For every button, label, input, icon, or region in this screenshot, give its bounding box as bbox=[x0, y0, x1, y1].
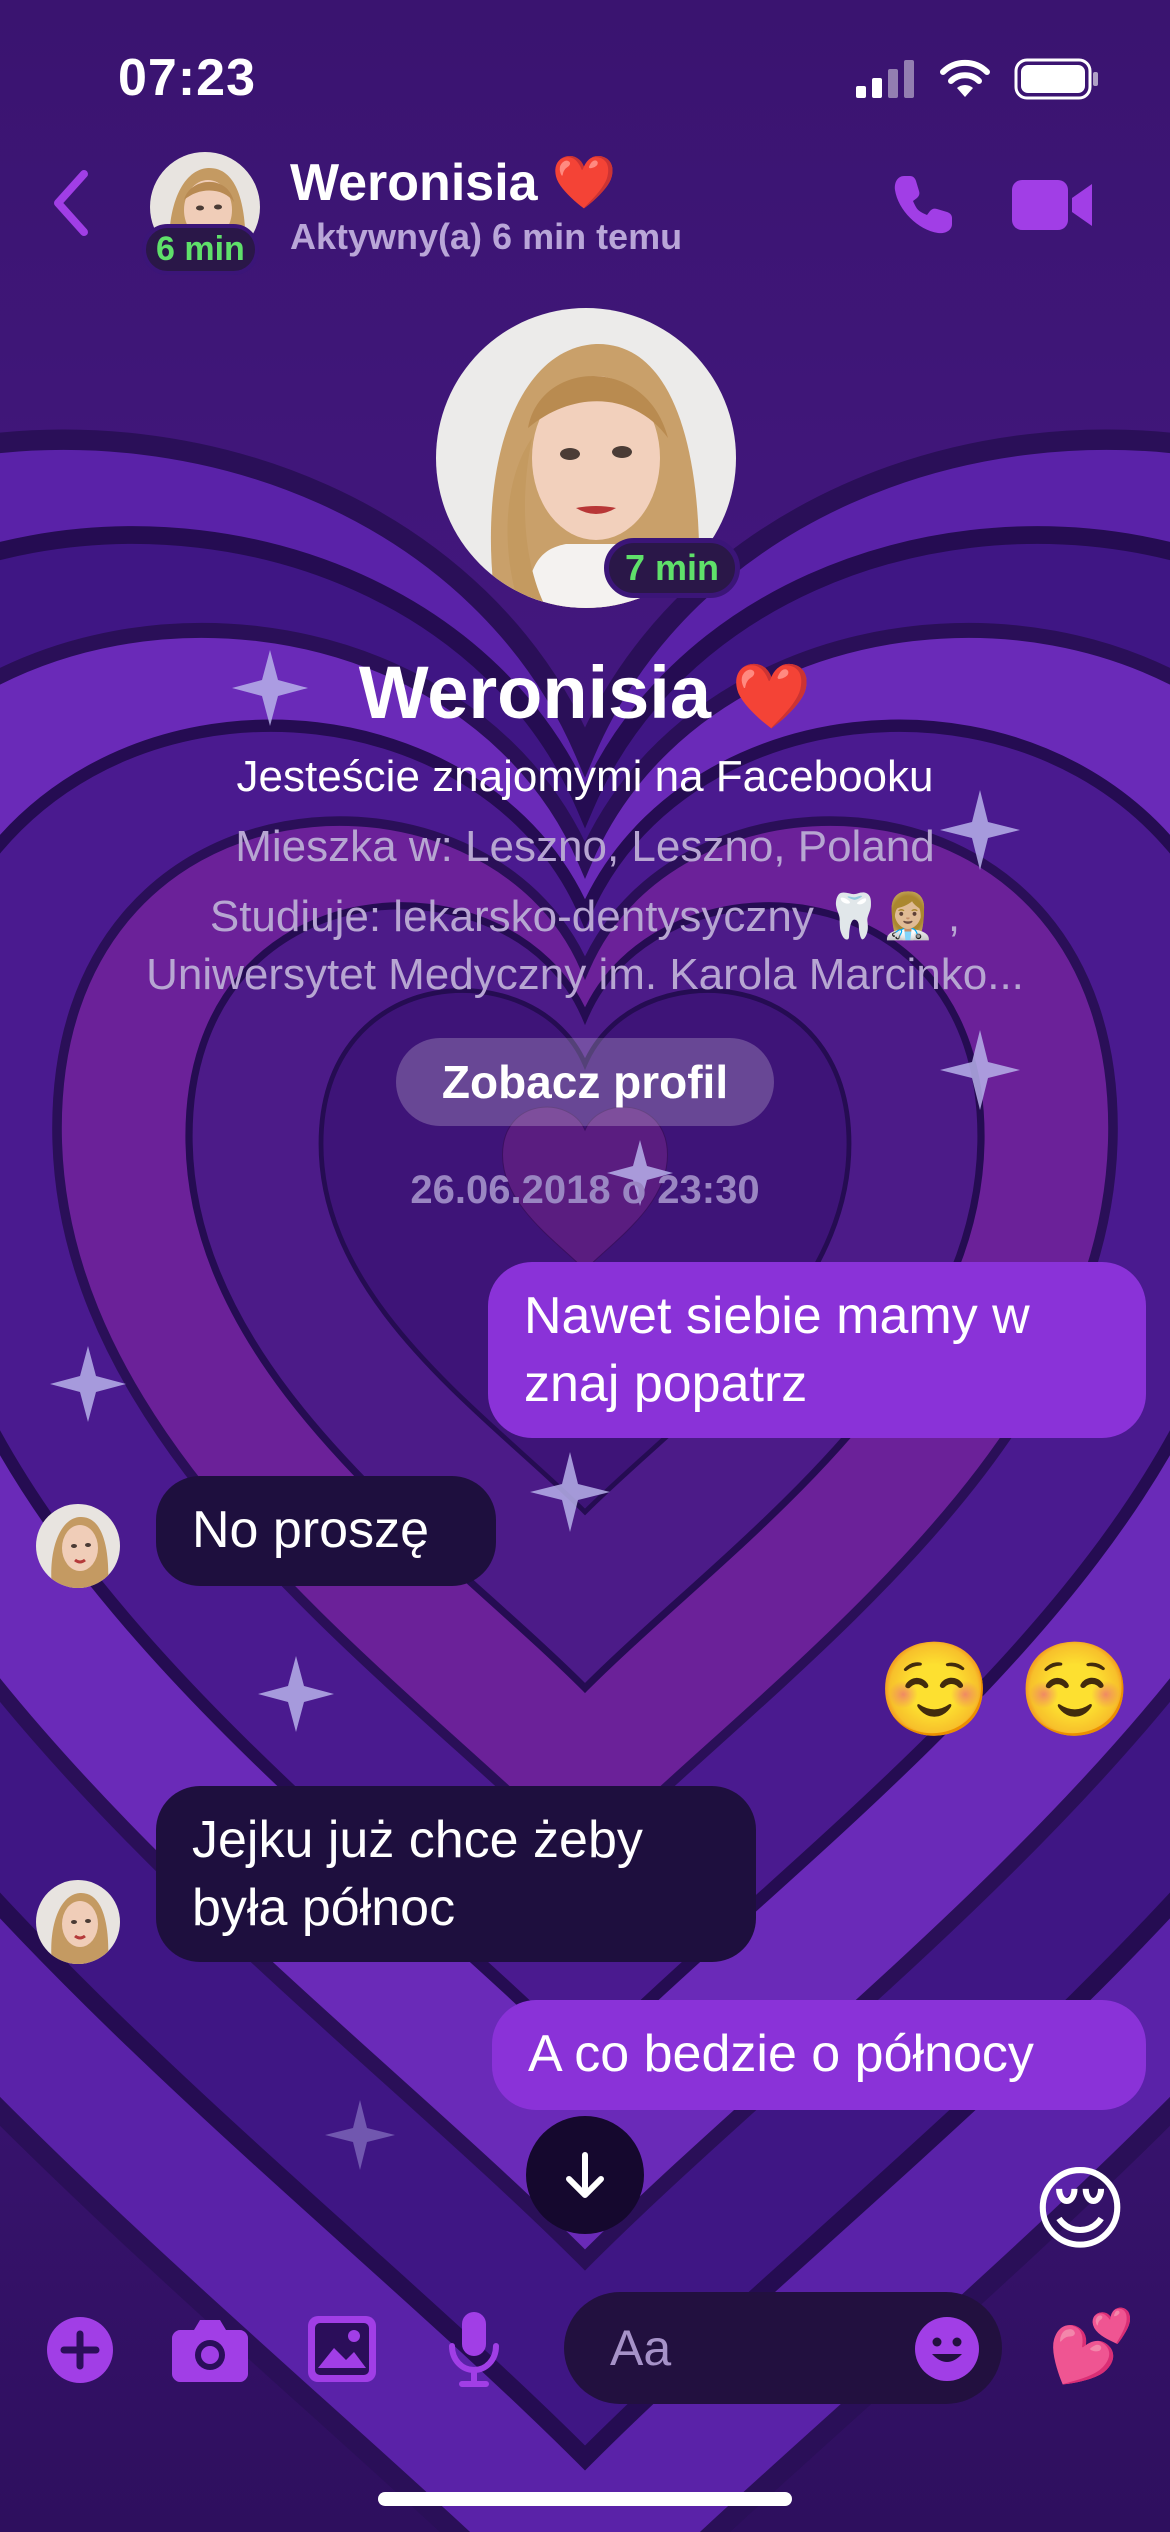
microphone-icon[interactable] bbox=[446, 2312, 502, 2388]
profile-photo bbox=[36, 1504, 120, 1588]
emoji-picker-icon[interactable] bbox=[914, 2316, 980, 2382]
quick-reaction-button[interactable]: 💕 bbox=[1048, 2306, 1135, 2386]
header-active-status: Aktywny(a) 6 min temu bbox=[290, 216, 683, 257]
cellular-signal-icon bbox=[856, 60, 914, 98]
conversation-timestamp: 26.06.2018 o 23:30 bbox=[410, 1168, 760, 1212]
status-icons bbox=[856, 58, 1100, 100]
message-incoming[interactable]: No proszę bbox=[156, 1476, 496, 1586]
message-sender-avatar[interactable] bbox=[36, 1504, 120, 1588]
profile-name-text: Weronisia bbox=[358, 651, 712, 734]
friends-info: Jesteście znajomymi na Facebooku bbox=[236, 752, 934, 801]
heart-emoji: ❤️ bbox=[731, 660, 812, 732]
studies-info-line1: Studiuje: lekarsko-dentysyczny 🦷👩🏼‍⚕️ , bbox=[209, 892, 961, 941]
lives-in-info: Mieszka w: Leszno, Leszno, Poland bbox=[235, 822, 935, 871]
profile-active-badge: 7 min bbox=[604, 538, 741, 598]
profile-photo bbox=[36, 1880, 120, 1964]
status-time: 07:23 bbox=[118, 49, 256, 107]
message-outgoing[interactable]: Nawet siebie mamy w znaj popatrz bbox=[488, 1262, 1146, 1438]
back-chevron-icon[interactable] bbox=[50, 168, 90, 238]
profile-name: Weronisia ❤️ bbox=[0, 650, 1170, 735]
message-input-placeholder: Aa bbox=[610, 2320, 672, 2376]
heart-emoji: ❤️ bbox=[551, 154, 617, 212]
header-name-text: Weronisia bbox=[290, 153, 538, 212]
studies-info-line2: Uniwersytet Medyczny im. Karola Marcinko… bbox=[146, 950, 1024, 999]
scroll-to-bottom-button[interactable] bbox=[526, 2116, 644, 2234]
gallery-image-icon[interactable] bbox=[308, 2316, 376, 2382]
phone-call-icon[interactable] bbox=[890, 172, 956, 238]
header-contact-name[interactable]: Weronisia ❤️ bbox=[290, 152, 616, 213]
camera-icon[interactable] bbox=[172, 2318, 248, 2382]
message-outgoing-emoji[interactable]: ☺️ ☺️ bbox=[877, 1640, 1132, 1740]
plus-icon[interactable] bbox=[46, 2316, 114, 2384]
message-outgoing[interactable]: A co bedzie o północy bbox=[492, 2000, 1146, 2110]
message-outgoing-emoji[interactable]: 😌 bbox=[1032, 2160, 1128, 2260]
see-profile-button[interactable]: Zobacz profil bbox=[396, 1038, 774, 1126]
battery-icon bbox=[1014, 58, 1098, 100]
message-sender-avatar[interactable] bbox=[36, 1880, 120, 1964]
header-active-badge: 6 min bbox=[142, 224, 259, 275]
wifi-icon bbox=[940, 59, 990, 97]
video-call-icon[interactable] bbox=[1012, 178, 1094, 232]
message-incoming[interactable]: Jejku już chce żeby była północ bbox=[156, 1786, 756, 1962]
arrow-down-icon bbox=[566, 2152, 604, 2198]
home-indicator bbox=[378, 2492, 792, 2506]
